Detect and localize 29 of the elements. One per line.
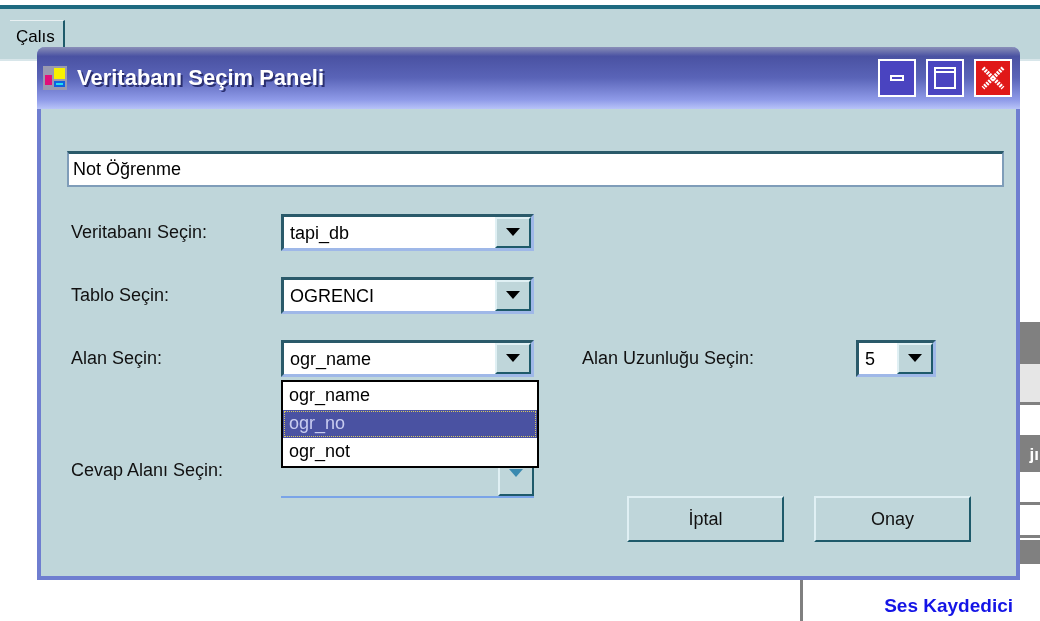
panel-title: Ses Kaydedici [883,595,1014,618]
dropdown-field[interactable]: ogr_name [281,339,534,377]
cut-off-label: jı [1029,445,1040,465]
minimize-button[interactable] [878,59,916,97]
window-title: Veritabanı Seçim Paneli [77,65,325,91]
close-icon [980,65,1006,91]
field-label: Veritabanı Seçin: [70,221,209,243]
dropdown-field[interactable]: 5 [856,339,936,377]
maximize-icon [934,67,956,89]
close-button[interactable] [974,59,1012,97]
field-label: Alan Seçin: [70,347,164,369]
field-label: Tablo Seçin: [70,284,171,306]
dropdown-field[interactable]: tapi_db [281,213,534,251]
minimize-icon [890,75,904,81]
name-field[interactable]: Not Öğrenme [67,151,1004,187]
dropdown-field[interactable]: OGRENCI [281,276,534,314]
caret-icon [908,354,922,362]
dropdown-option[interactable]: ogr_not [283,438,537,466]
dialog-button[interactable]: Onay [814,496,971,542]
dialog-button[interactable]: İptal [627,496,784,542]
app-icon [43,66,67,90]
caret-icon [506,228,520,236]
caret-icon [506,291,520,299]
dropdown-option[interactable]: ogr_name [283,382,537,410]
field-label: Cevap Alanı Seçin: [70,460,225,481]
caret-icon [506,354,520,362]
maximize-button[interactable] [926,59,964,97]
field-label: Alan Uzunluğu Seçin: [582,347,756,369]
dropdown-option[interactable]: ogr_no [283,410,537,438]
